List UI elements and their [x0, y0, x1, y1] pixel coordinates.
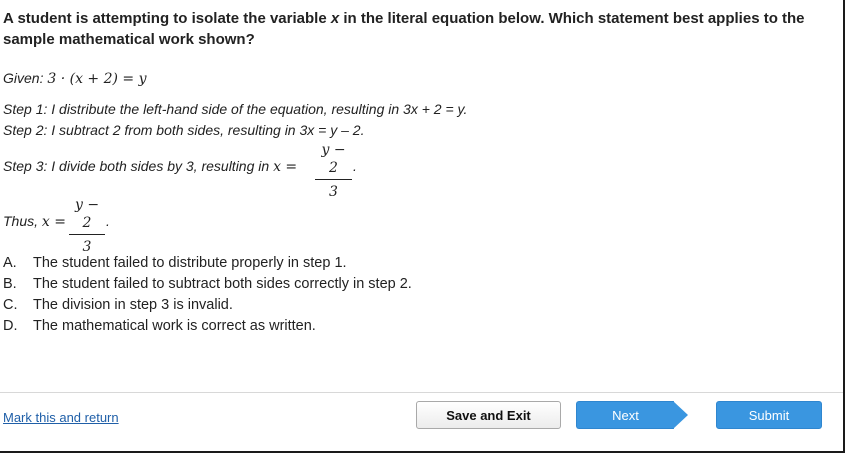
submit-button[interactable]: Submit	[716, 401, 822, 429]
next-arrow-icon[interactable]	[673, 401, 688, 429]
thus-lhs: x =	[41, 214, 66, 230]
given-line: Given: 3 · (x + 2) = y	[3, 70, 147, 87]
choice-text: The mathematical work is correct as writ…	[33, 318, 316, 334]
thus-line: Thus, x =	[3, 213, 66, 230]
given-label: Given:	[3, 70, 44, 86]
choice-b[interactable]: B. The student failed to subtract both si…	[3, 274, 412, 295]
step-3-period: .	[353, 158, 357, 174]
choice-a[interactable]: A. The student failed to distribute prope…	[3, 253, 412, 274]
step-3-fraction: y − 2 3	[315, 141, 352, 201]
choice-letter: D.	[3, 318, 18, 334]
question-variable: x	[330, 10, 340, 27]
question-prompt: A student is attempting to isolate the v…	[3, 8, 823, 50]
step-3-lhs: x =	[273, 159, 298, 175]
step-3: Step 3: I divide both sides by 3, result…	[3, 158, 297, 175]
fraction-bar	[315, 179, 352, 180]
save-and-exit-button[interactable]: Save and Exit	[416, 401, 561, 429]
choice-letter: A.	[3, 255, 17, 271]
step-3-denominator: 3	[329, 184, 338, 200]
step-1: Step 1: I distribute the left-hand side …	[3, 101, 468, 117]
answer-choices: A. The student failed to distribute prope…	[3, 253, 412, 337]
choice-c[interactable]: C. The division in step 3 is invalid.	[3, 295, 412, 316]
thus-numerator: y − 2	[74, 197, 100, 231]
fraction-bar	[69, 234, 105, 235]
thus-period: .	[106, 213, 110, 229]
footer-divider	[0, 392, 843, 393]
step-3-text: Step 3: I divide both sides by 3, result…	[3, 158, 270, 174]
choice-d[interactable]: D. The mathematical work is correct as wr…	[3, 316, 412, 337]
step-2: Step 2: I subtract 2 from both sides, re…	[3, 122, 365, 138]
mark-and-return-link[interactable]: Mark this and return	[3, 410, 119, 425]
choice-letter: C.	[3, 297, 18, 313]
choice-text: The student failed to distribute properl…	[33, 255, 347, 271]
choice-text: The division in step 3 is invalid.	[33, 297, 233, 313]
thus-fraction: y − 2 3	[69, 196, 105, 256]
next-button[interactable]: Next	[576, 401, 674, 429]
given-equation: 3 · (x + 2) = y	[47, 71, 147, 87]
thus-label: Thus,	[3, 213, 39, 229]
choice-letter: B.	[3, 276, 17, 292]
step-3-numerator: y − 2	[321, 142, 346, 176]
question-text-1: A student is attempting to isolate the v…	[3, 10, 331, 27]
choice-text: The student failed to subtract both side…	[33, 276, 412, 292]
